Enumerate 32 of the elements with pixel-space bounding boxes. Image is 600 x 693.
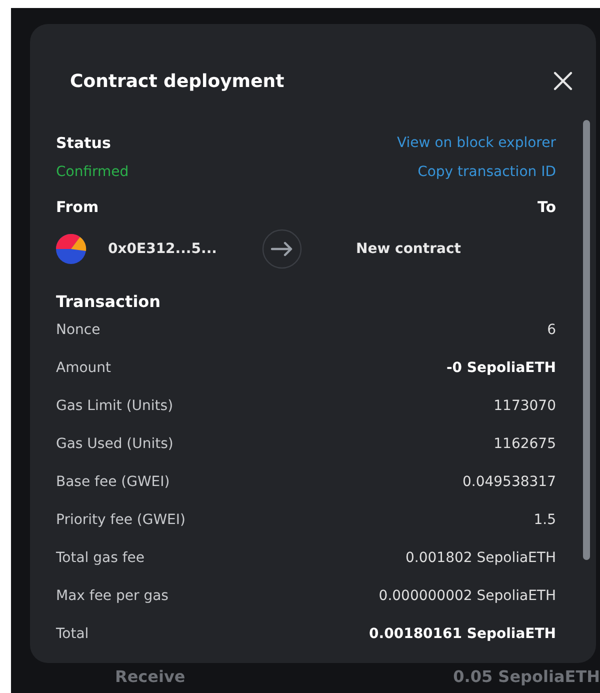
status-label: Status [56,134,111,152]
status-value: Confirmed [56,164,129,180]
row-value: 0.000000002 SepoliaETH [378,588,556,604]
to-value: New contract [356,241,461,257]
activity-amount: 0.05 SepoliaETH [453,667,600,686]
row-label: Priority fee (GWEI) [56,512,186,528]
row-label: Gas Used (Units) [56,436,174,452]
scrollbar[interactable] [583,120,590,560]
row-value: 1162675 [494,436,556,452]
from-address: 0x0E312...5... [108,241,218,257]
row-value: 1173070 [494,398,556,414]
modal-title: Contract deployment [70,70,284,92]
copy-id-link[interactable]: Copy transaction ID [418,164,556,180]
from-label: From [56,198,99,216]
close-icon[interactable] [552,70,574,92]
row-value: 1.5 [534,512,556,528]
row-value: -0 SepoliaETH [446,360,556,376]
to-label: To [537,198,556,216]
activity-label: Receive [115,667,186,686]
row-value: 0.001802 SepoliaETH [406,550,556,566]
row-label: Nonce [56,322,100,338]
row-label: Gas Limit (Units) [56,398,174,414]
block-explorer-link[interactable]: View on block explorer [397,135,556,151]
row-label: Base fee (GWEI) [56,474,170,490]
row-label: Amount [56,360,112,376]
row-value: 0.049538317 [462,474,556,490]
row-label: Total [56,626,89,642]
row-label: Total gas fee [56,550,145,566]
row-value: 0.00180161 SepoliaETH [369,626,556,642]
row-value: 6 [547,322,556,338]
row-label: Max fee per gas [56,588,168,604]
transaction-heading: Transaction [56,292,162,311]
